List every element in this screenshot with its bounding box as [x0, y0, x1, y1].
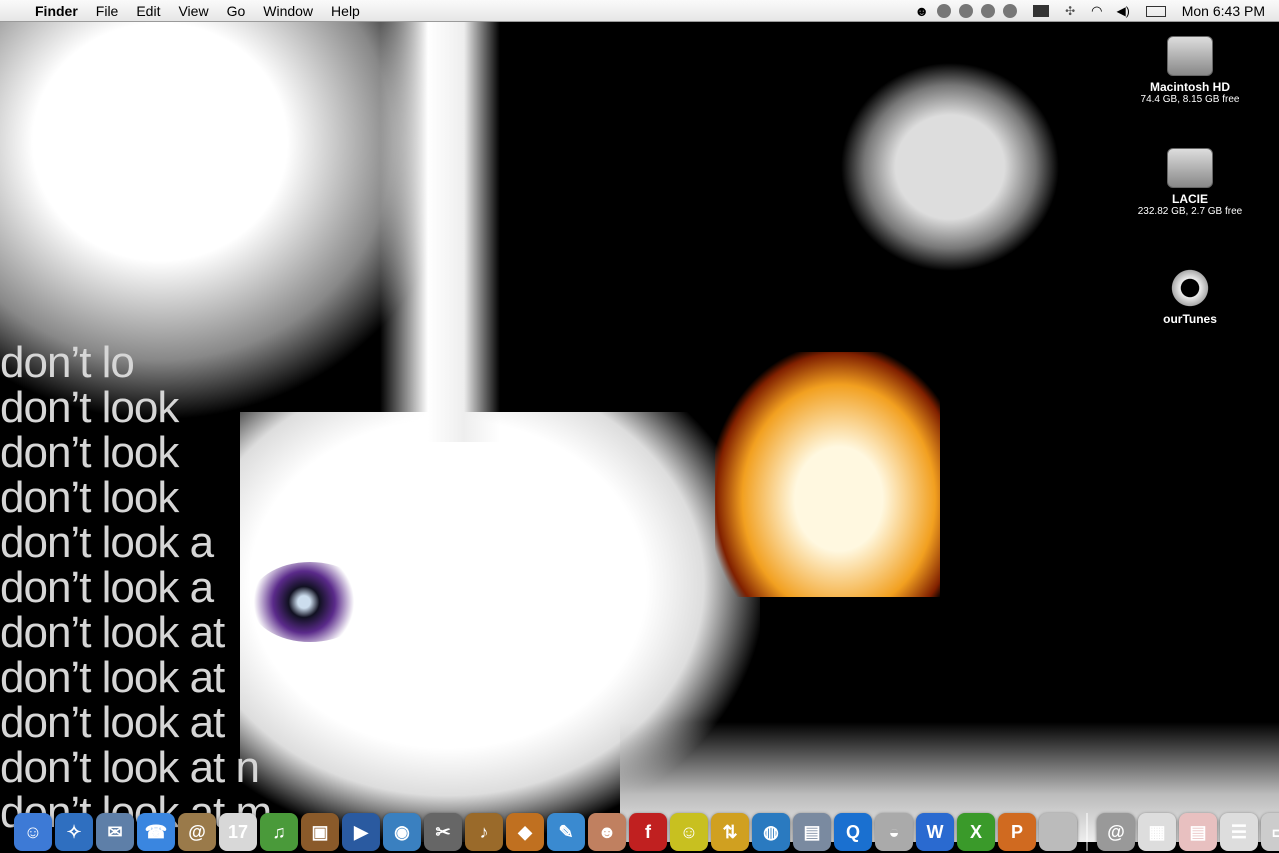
- itunes-previous-icon[interactable]: [937, 4, 952, 18]
- menu-window[interactable]: Window: [254, 0, 322, 22]
- wallpaper-text: don’t lo don’t look don’t look don’t loo…: [0, 338, 272, 835]
- dock-transmit-icon[interactable]: ⇅: [711, 813, 749, 851]
- user-icon[interactable]: ☻: [914, 3, 929, 19]
- icon-label: LACIE: [1172, 192, 1208, 206]
- dock-network-browser-icon[interactable]: ▤: [793, 813, 831, 851]
- menu-extras: ☻ ✣ ◠ ◀) Mon 6:43 PM: [914, 0, 1279, 22]
- dock-separator: [1086, 813, 1088, 851]
- menu-help[interactable]: Help: [322, 0, 369, 22]
- dock-photo-app-icon[interactable]: ☻: [588, 813, 626, 851]
- desktop-icon-macintosh-hd[interactable]: Macintosh HD 74.4 GB, 8.15 GB free: [1115, 36, 1265, 105]
- itunes-next-icon[interactable]: [981, 4, 996, 18]
- dock-itunes-icon[interactable]: ♫: [260, 813, 298, 851]
- icon-info: 74.4 GB, 8.15 GB free: [1140, 94, 1240, 105]
- wallpaper-line: don’t look: [0, 428, 179, 477]
- ourtunes-icon: [1168, 268, 1212, 308]
- wallpaper-line: don’t look at: [0, 608, 225, 657]
- wallpaper-shape: [840, 62, 1060, 272]
- dock-safari-icon[interactable]: ✧: [55, 813, 93, 851]
- wallpaper-line: don’t look: [0, 383, 179, 432]
- dock-garageband-icon[interactable]: ♪: [465, 813, 503, 851]
- dock-internet-connect-icon[interactable]: ◍: [752, 813, 790, 851]
- dock-idvd-icon[interactable]: ◉: [383, 813, 421, 851]
- dock-quicktime-icon[interactable]: Q: [834, 813, 872, 851]
- dock-ichat-icon[interactable]: ☎: [137, 813, 175, 851]
- desktop-icon-ourtunes[interactable]: ourTunes: [1115, 268, 1265, 326]
- menu-finder[interactable]: Finder: [26, 0, 87, 22]
- dock-document-3-icon[interactable]: ☰: [1220, 813, 1258, 851]
- icon-label: ourTunes: [1163, 312, 1217, 326]
- hard-drive-icon: [1167, 36, 1213, 76]
- wallpaper-line: don’t look at n: [0, 743, 260, 792]
- itunes-menu-icon[interactable]: [1003, 4, 1018, 18]
- dock-iphoto-icon[interactable]: ▣: [301, 813, 339, 851]
- dock-system-preferences-icon[interactable]: [1039, 813, 1077, 851]
- dock-imovie-icon[interactable]: ▶: [342, 813, 380, 851]
- dock-reason-icon[interactable]: ◆: [506, 813, 544, 851]
- dock-finder-icon[interactable]: ☺: [14, 813, 52, 851]
- menu-go[interactable]: Go: [218, 0, 255, 22]
- menu-bar: Finder File Edit View Go Window Help ☻ ✣…: [0, 0, 1279, 22]
- dock-document-1-icon[interactable]: ▦: [1138, 813, 1176, 851]
- wallpaper-line: don’t look a: [0, 518, 214, 567]
- dock-adium-icon[interactable]: ☺: [670, 813, 708, 851]
- menu-file[interactable]: File: [87, 0, 128, 22]
- dock: ☺✧✉☎@17♫▣▶◉✂♪◆✎☻f☺⇅◍▤Q◒WXP@▦▤☰▭🗑: [14, 807, 1279, 851]
- dock-feather-app-icon[interactable]: ✎: [547, 813, 585, 851]
- menu-view[interactable]: View: [169, 0, 217, 22]
- dock-final-cut-icon[interactable]: ✂: [424, 813, 462, 851]
- desktop: don’t lo don’t look don’t look don’t loo…: [0, 22, 1279, 853]
- clock[interactable]: Mon 6:43 PM: [1182, 3, 1265, 19]
- volume-icon[interactable]: ◀): [1117, 4, 1130, 18]
- dock-word-icon[interactable]: W: [916, 813, 954, 851]
- icon-info: 232.82 GB, 2.7 GB free: [1137, 206, 1243, 217]
- dock-address-book-icon[interactable]: @: [178, 813, 216, 851]
- wallpaper-line: don’t lo: [0, 338, 135, 387]
- dock-ical-icon[interactable]: 17: [219, 813, 257, 851]
- dock-document-4-icon[interactable]: ▭: [1261, 813, 1279, 851]
- wallpaper-line: don’t look: [0, 473, 179, 522]
- dock-powerpoint-icon[interactable]: P: [998, 813, 1036, 851]
- usb-drive-icon: [1167, 148, 1213, 188]
- dock-mail-icon[interactable]: ✉: [96, 813, 134, 851]
- wallpaper-line: don’t look at: [0, 698, 225, 747]
- desktop-icon-lacie[interactable]: LACIE 232.82 GB, 2.7 GB free: [1115, 148, 1265, 217]
- dock-mail-stack-icon[interactable]: @: [1097, 813, 1135, 851]
- display-icon[interactable]: [1033, 5, 1050, 17]
- dock-toast-icon[interactable]: ◒: [875, 813, 913, 851]
- wallpaper-line: don’t look at: [0, 653, 225, 702]
- itunes-pause-icon[interactable]: [959, 4, 974, 18]
- wallpaper-line: don’t look a: [0, 563, 214, 612]
- dock-flash-icon[interactable]: f: [629, 813, 667, 851]
- battery-icon[interactable]: [1145, 5, 1166, 17]
- menu-edit[interactable]: Edit: [127, 0, 169, 22]
- wallpaper-shape: [715, 352, 940, 597]
- icon-label: Macintosh HD: [1149, 80, 1230, 94]
- dock-document-2-icon[interactable]: ▤: [1179, 813, 1217, 851]
- bluetooth-icon[interactable]: ✣: [1065, 4, 1075, 18]
- wallpaper-shape: [380, 22, 500, 442]
- dock-excel-icon[interactable]: X: [957, 813, 995, 851]
- wifi-icon[interactable]: ◠: [1091, 3, 1102, 19]
